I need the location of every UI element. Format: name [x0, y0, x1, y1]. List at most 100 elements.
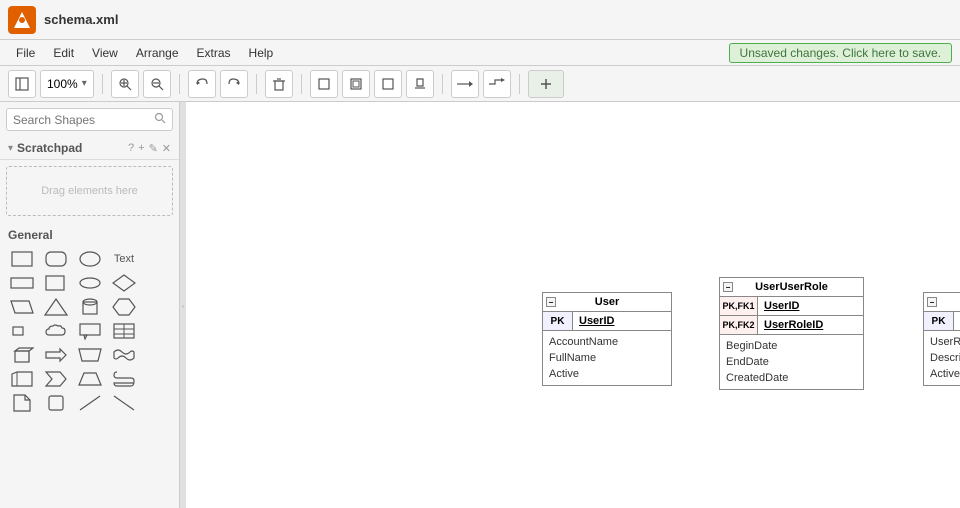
- shape-rect-raised[interactable]: [42, 272, 70, 294]
- shape-cube[interactable]: [8, 344, 36, 366]
- menu-view[interactable]: View: [84, 44, 126, 62]
- separator2: [179, 74, 180, 94]
- menu-arrange[interactable]: Arrange: [128, 44, 187, 62]
- shapes-row-6: [8, 368, 171, 390]
- search-box[interactable]: [6, 108, 173, 131]
- userrole-table-minimize[interactable]: −: [927, 297, 937, 307]
- menu-file[interactable]: File: [8, 44, 43, 62]
- shape-text[interactable]: Text: [110, 248, 138, 270]
- useruserrole-pk2-label: PK,FK2: [720, 316, 758, 334]
- insert-button[interactable]: [528, 70, 564, 98]
- userrole-pk-label: PK: [924, 312, 954, 330]
- shape-parallelogram[interactable]: [8, 296, 36, 318]
- shape-text-label: Text: [114, 253, 134, 265]
- unsaved-banner[interactable]: Unsaved changes. Click here to save.: [729, 43, 952, 63]
- scratchpad-drag-text: Drag elements here: [41, 185, 138, 197]
- shape-cylinder[interactable]: [76, 296, 104, 318]
- shape-arrow-right[interactable]: [42, 344, 70, 366]
- shape-diagonal-line2[interactable]: [110, 392, 138, 414]
- user-table-title: User: [595, 296, 619, 308]
- menu-extras[interactable]: Extras: [189, 44, 239, 62]
- format2-button[interactable]: [342, 70, 370, 98]
- shapes-row-3: [8, 296, 171, 318]
- scratchpad-add-icon[interactable]: +: [138, 142, 144, 154]
- main-area: ▾ Scratchpad ? + ✎ ✕ Drag elements here …: [0, 102, 960, 508]
- format-button[interactable]: [310, 70, 338, 98]
- shape-callout[interactable]: [76, 320, 104, 342]
- search-icon: [154, 112, 166, 127]
- toolbar: 100% ▾: [0, 66, 960, 102]
- undo-button[interactable]: [188, 70, 216, 98]
- user-field-fullname: FullName: [549, 350, 665, 366]
- scratchpad-dropzone[interactable]: Drag elements here: [6, 166, 173, 216]
- shapes-grid: Text: [0, 244, 179, 418]
- shape-chevron[interactable]: [42, 368, 70, 390]
- zoom-in-button[interactable]: [111, 70, 139, 98]
- toggle-panel-button[interactable]: [8, 70, 36, 98]
- shape-trapezoid[interactable]: [76, 344, 104, 366]
- fill-button[interactable]: [406, 70, 434, 98]
- separator3: [256, 74, 257, 94]
- user-pk-label: PK: [543, 312, 573, 330]
- shape-open-box[interactable]: [8, 368, 36, 390]
- scratchpad-title: Scratchpad: [17, 141, 124, 155]
- shape-table[interactable]: [110, 320, 138, 342]
- useruserrole-table[interactable]: − UserUserRole PK,FK1 UserID PK,FK2 User…: [719, 277, 864, 390]
- shape-ellipse-flat[interactable]: [76, 272, 104, 294]
- zoom-chevron-icon: ▾: [82, 78, 87, 89]
- shape-hexagon[interactable]: [110, 296, 138, 318]
- userrole-field-rolename: UserRoleName: [930, 334, 960, 350]
- waypoint-button[interactable]: [483, 70, 511, 98]
- menu-edit[interactable]: Edit: [45, 44, 82, 62]
- shape-diamond[interactable]: [110, 272, 138, 294]
- canvas[interactable]: UserRole: arrow pointing right --> − Use…: [186, 102, 960, 508]
- useruserrole-field-createddate: CreatedDate: [726, 370, 857, 386]
- useruserrole-table-minimize[interactable]: −: [723, 282, 733, 292]
- scratchpad-edit-icon[interactable]: ✎: [149, 142, 158, 155]
- shape-rounded-rect[interactable]: [42, 248, 70, 270]
- shape-rect-flat[interactable]: [8, 272, 36, 294]
- scratchpad-header: ▾ Scratchpad ? + ✎ ✕: [0, 137, 179, 160]
- shape-cloud[interactable]: [42, 320, 70, 342]
- shape-trapezoid2[interactable]: [76, 368, 104, 390]
- useruserrole-field-enddate: EndDate: [726, 354, 857, 370]
- useruserrole-pk1-field: UserID: [758, 297, 863, 315]
- useruserrole-table-header: − UserUserRole: [720, 278, 863, 297]
- shape-doc[interactable]: [8, 392, 36, 414]
- useruserrole-table-title: UserUserRole: [755, 281, 828, 293]
- shapes-row-2: [8, 272, 171, 294]
- useruserrole-pk2-row: PK,FK2 UserRoleID: [720, 316, 863, 335]
- shapes-row-5: [8, 344, 171, 366]
- shape-triangle[interactable]: [42, 296, 70, 318]
- zoom-control[interactable]: 100% ▾: [40, 70, 94, 98]
- scratchpad-close-icon[interactable]: ✕: [162, 142, 171, 155]
- shape-rounded-doc[interactable]: [42, 392, 70, 414]
- shape-ellipse[interactable]: [76, 248, 104, 270]
- shape-scroll[interactable]: [110, 368, 138, 390]
- scratchpad-collapse-icon[interactable]: ▾: [8, 143, 13, 154]
- user-pk-field: UserID: [573, 312, 671, 330]
- delete-button[interactable]: [265, 70, 293, 98]
- redo-button[interactable]: [220, 70, 248, 98]
- shape-rect[interactable]: [8, 248, 36, 270]
- scratchpad-help-icon[interactable]: ?: [128, 142, 134, 154]
- title-text: schema.xml: [44, 12, 118, 27]
- shape-diagonal-line[interactable]: [76, 392, 104, 414]
- connect-button[interactable]: [451, 70, 479, 98]
- shape-wave[interactable]: [110, 344, 138, 366]
- search-input[interactable]: [13, 113, 154, 127]
- sidebar: ▾ Scratchpad ? + ✎ ✕ Drag elements here …: [0, 102, 180, 508]
- useruserrole-fields: BeginDate EndDate CreatedDate: [720, 335, 863, 389]
- user-table-minimize[interactable]: −: [546, 297, 556, 307]
- shapes-row-1: Text: [8, 248, 171, 270]
- shape-small-rect[interactable]: [8, 320, 36, 342]
- user-table[interactable]: − User PK UserID AccountName FullName Ac…: [542, 292, 672, 386]
- app-logo: [8, 6, 36, 34]
- user-table-header: − User: [543, 293, 671, 312]
- style-button[interactable]: [374, 70, 402, 98]
- menu-help[interactable]: Help: [241, 44, 282, 62]
- zoom-out-button[interactable]: [143, 70, 171, 98]
- separator6: [519, 74, 520, 94]
- userrole-table[interactable]: − UserRole PK UserRoleID UserRoleName De…: [923, 292, 960, 386]
- user-pk-row: PK UserID: [543, 312, 671, 331]
